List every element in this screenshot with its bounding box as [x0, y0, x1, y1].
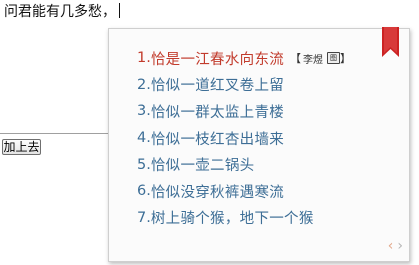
add-button[interactable]: 加上去 [2, 139, 41, 155]
candidate-number: 7. [137, 209, 151, 226]
candidate-number: 4. [137, 130, 151, 147]
candidate-item-7[interactable]: 7. 树上骑个猴，地下一个猴 [137, 205, 351, 232]
hint-author: 李煜 [303, 54, 324, 66]
candidate-text: 恰似没穿秋裤遇寒流 [150, 184, 285, 201]
candidate-text: 恰似一道红叉卷上留 [150, 78, 285, 95]
candidate-number: 3. [137, 103, 151, 120]
candidate-item-2[interactable]: 2. 恰似一道红叉卷上留 [137, 72, 351, 99]
candidate-number: 2. [137, 76, 151, 93]
candidate-item-5[interactable]: 5. 恰似一壶二锅头 [137, 151, 351, 178]
candidate-text: 恰似一枝红杏出墙来 [150, 131, 285, 148]
next-page-icon[interactable]: › [397, 239, 403, 253]
candidate-text: 恰是一江春水向东流 [150, 51, 285, 68]
hint-close-bracket: 】 [340, 52, 352, 66]
candidate-text: 恰似一群太监上青楼 [150, 104, 285, 121]
candidate-text: 恰似一壶二锅头 [150, 158, 255, 175]
pager: ‹ › [388, 239, 403, 253]
candidate-list: 1. 恰是一江春水向东流 【李煜图】 2. 恰似一道红叉卷上留 3. 恰似一群太监上青… [137, 45, 351, 231]
candidate-item-3[interactable]: 3. 恰似一群太监上青楼 [137, 98, 351, 125]
ime-candidate-popup: 1. 恰是一江春水向东流 【李煜图】 2. 恰似一道红叉卷上留 3. 恰似一群太监上青… [108, 27, 410, 262]
hint-open-bracket: 【 [290, 52, 302, 66]
prev-page-icon[interactable]: ‹ [388, 239, 394, 253]
bookmark-icon[interactable] [382, 27, 399, 57]
candidate-number: 6. [137, 183, 151, 200]
candidate-item-4[interactable]: 4. 恰似一枝红杏出墙来 [137, 125, 351, 152]
editor-text: 问君能有几多愁， [4, 4, 116, 20]
candidate-text: 树上骑个猴，地下一个猴 [150, 211, 314, 228]
picture-icon[interactable]: 图 [327, 52, 341, 65]
candidate-number: 5. [137, 156, 151, 173]
editor-content[interactable]: 问君能有几多愁， [4, 3, 120, 21]
source-hint: 【李煜图】 [290, 50, 351, 66]
candidate-item-6[interactable]: 6. 恰似没穿秋裤遇寒流 [137, 178, 351, 205]
candidate-number: 1. [137, 50, 151, 67]
editor-bottom-border [0, 133, 108, 134]
candidate-item-1[interactable]: 1. 恰是一江春水向东流 【李煜图】 [137, 45, 351, 72]
text-caret [119, 3, 120, 18]
